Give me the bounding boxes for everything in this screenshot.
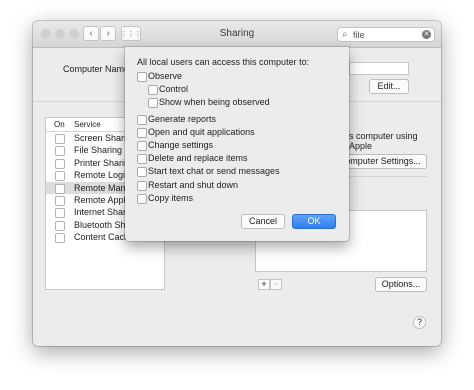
service-checkbox[interactable]	[55, 171, 65, 182]
option-checkbox[interactable]	[148, 85, 158, 95]
remove-button[interactable]: −	[270, 279, 282, 290]
option-label: Generate reports	[148, 114, 217, 124]
option-label: Start text chat or send messages	[148, 166, 280, 176]
remote-management-sheet: All local users can access this computer…	[125, 47, 349, 241]
remote-management-description: s computer using Apple	[349, 131, 418, 151]
add-button[interactable]: +	[258, 279, 270, 290]
option-checkbox[interactable]	[148, 98, 158, 108]
option-checkbox[interactable]	[137, 141, 147, 151]
title-bar: ‹ › ⋮⋮⋮ Sharing ⌕ file ✕	[33, 21, 441, 48]
cancel-button[interactable]: Cancel	[241, 214, 285, 229]
computer-name-label: Computer Name:	[63, 64, 132, 74]
option-checkbox[interactable]	[137, 154, 147, 164]
option-checkbox[interactable]	[137, 167, 147, 177]
service-checkbox[interactable]	[55, 220, 65, 231]
search-field[interactable]: ⌕ file ✕	[337, 27, 435, 42]
header-service: Service	[74, 120, 101, 129]
option-label: Copy items	[148, 193, 194, 203]
options-button[interactable]: Options...	[375, 277, 427, 292]
computer-settings-button[interactable]: omputer Settings...	[339, 154, 427, 169]
computer-name-field[interactable]	[349, 62, 409, 75]
service-checkbox[interactable]	[55, 134, 65, 144]
option-label: Control	[159, 84, 189, 94]
help-button[interactable]: ?	[413, 316, 426, 329]
option-checkbox[interactable]	[137, 181, 147, 191]
service-checkbox[interactable]	[55, 158, 65, 169]
service-checkbox[interactable]	[55, 183, 65, 194]
option-label: Change settings	[148, 140, 214, 150]
option-checkbox[interactable]	[137, 115, 147, 125]
ok-button[interactable]: OK	[292, 214, 336, 229]
option-label: Observe	[148, 71, 183, 81]
service-name: Remote Apple	[74, 195, 131, 205]
service-checkbox[interactable]	[55, 196, 65, 206]
edit-button[interactable]: Edit...	[369, 79, 409, 94]
service-checkbox[interactable]	[55, 233, 65, 244]
option-checkbox[interactable]	[137, 128, 147, 138]
service-checkbox[interactable]	[55, 208, 65, 219]
clear-search-icon[interactable]: ✕	[422, 30, 431, 39]
option-checkbox[interactable]	[137, 72, 147, 82]
option-label: Show when being observed	[159, 97, 270, 107]
option-label: Delete and replace items	[148, 153, 248, 163]
search-input[interactable]: file	[353, 30, 365, 40]
option-label: Restart and shut down	[148, 180, 239, 190]
option-label: Open and quit applications	[148, 127, 255, 137]
sheet-prompt: All local users can access this computer…	[137, 57, 310, 67]
search-icon: ⌕	[342, 29, 348, 40]
header-on: On	[54, 120, 65, 129]
option-checkbox[interactable]	[137, 194, 147, 204]
service-checkbox[interactable]	[55, 146, 65, 157]
service-name: Remote Login	[74, 170, 131, 181]
service-name: File Sharing	[74, 145, 123, 156]
